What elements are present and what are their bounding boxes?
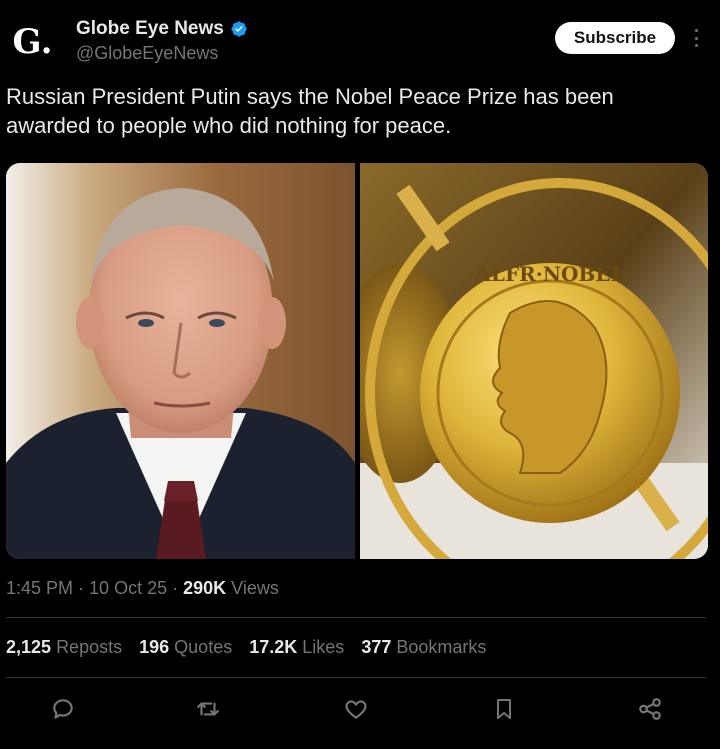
media-grid: ALFR·NOBEL (6, 163, 708, 559)
views-count: 290K (183, 578, 227, 598)
medal-inscription: ALFR·NOBEL (474, 262, 624, 286)
like-icon[interactable] (341, 694, 371, 724)
nobel-medal-photo[interactable]: ALFR·NOBEL (360, 163, 708, 559)
verified-badge-icon (231, 21, 247, 37)
divider (6, 677, 706, 678)
quotes-stat[interactable]: 196 Quotes (139, 637, 232, 658)
views-label: Views (231, 578, 279, 598)
author-name-row[interactable]: Globe Eye News (76, 18, 248, 40)
share-icon[interactable] (635, 694, 665, 724)
post-text: Russian President Putin says the Nobel P… (6, 84, 614, 138)
more-options-icon[interactable] (688, 26, 704, 50)
post-meta: 1:45 PM · 10 Oct 25 · 290K Views (6, 578, 279, 598)
bookmarks-stat[interactable]: 377 Bookmarks (361, 637, 486, 658)
likes-stat[interactable]: 17.2K Likes (249, 637, 344, 658)
bookmark-icon[interactable] (489, 694, 519, 724)
repost-icon[interactable] (193, 694, 223, 724)
post-date[interactable]: 10 Oct 25 (89, 578, 167, 598)
divider (6, 617, 706, 618)
reply-icon[interactable] (48, 694, 78, 724)
reposts-stat[interactable]: 2,125 Reposts (6, 637, 122, 658)
display-name[interactable]: Globe Eye News (76, 18, 224, 40)
putin-photo[interactable] (6, 163, 355, 559)
avatar-letter: G (12, 22, 42, 62)
engagement-stats: 2,125 Reposts 196 Quotes 17.2K Likes 377… (6, 637, 486, 658)
post-header: G. Globe Eye News @GlobeEyeNews Subscrib… (0, 0, 720, 80)
action-bar (0, 690, 720, 730)
post-detail: G. Globe Eye News @GlobeEyeNews Subscrib… (0, 0, 720, 749)
subscribe-button[interactable]: Subscribe (555, 22, 675, 54)
avatar[interactable]: G. (10, 20, 54, 64)
account-handle[interactable]: @GlobeEyeNews (76, 43, 218, 64)
post-time[interactable]: 1:45 PM (6, 578, 73, 598)
